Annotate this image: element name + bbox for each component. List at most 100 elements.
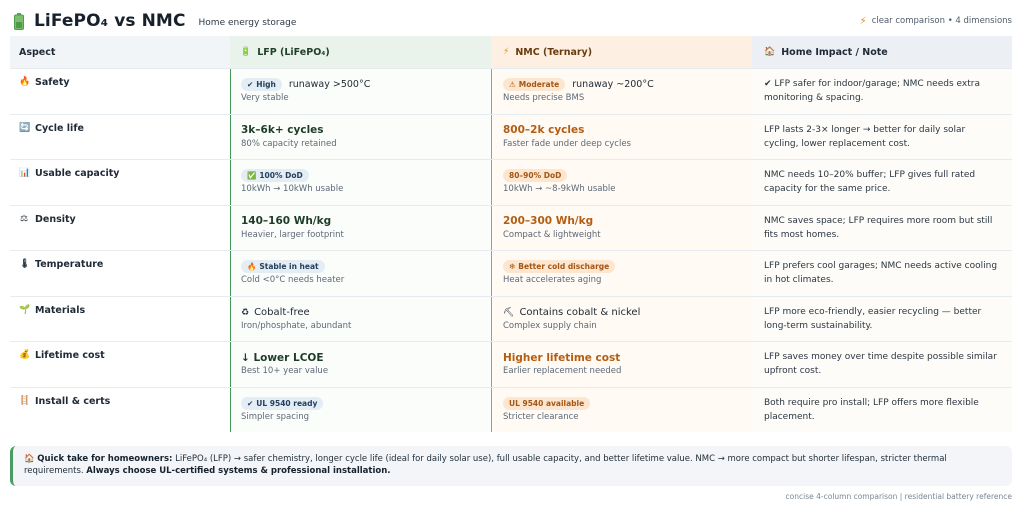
nmc-cell: 80–90% DoD 10kWh → ~8-9kWh usable: [491, 160, 752, 205]
table-row: 🌡 Temperature 🔥 Stable in heat Cold <0°C nee…: [10, 250, 1012, 296]
table-body: 🔥 Safety ✔ High runaway >500°C Very stable ⚠ Mo…: [10, 68, 1012, 432]
column-header-note: 🏠 Home Impact / Note: [752, 36, 1012, 68]
nmc-badge: ⚠ Moderate: [503, 78, 566, 91]
page-header: LiFePO₄ vs NMC Home energy storage ⚡ cle…: [14, 8, 1012, 34]
header-summary: ⚡ clear comparison • 4 dimensions: [860, 16, 1012, 27]
nmc-value: 200–300 Wh/kg: [503, 215, 594, 227]
quick-take-box: 🏠 Quick take for homeowners: LiFePO₄ (LF…: [10, 446, 1012, 486]
table-row: 🌱 Materials ♻ Cobalt-free Iron/phosphate, ab…: [10, 295, 1012, 341]
lfp-detail: 10kWh → 10kWh usable: [241, 184, 344, 194]
table-row: ⚖ Density 140–160 Wh/kg Heavier, larger foo…: [10, 204, 1012, 250]
nmc-detail: Needs precise BMS: [503, 93, 585, 103]
aspect-cell: 🔄 Cycle life: [19, 122, 84, 134]
lfp-value: 140–160 Wh/kg: [241, 215, 332, 227]
column-header-aspect: Aspect: [10, 36, 230, 68]
nmc-detail: Stricter clearance: [503, 411, 579, 422]
header-summary-text: clear comparison • 4 dimensions: [871, 16, 1012, 26]
scale-icon: ⚖: [19, 213, 29, 224]
nmc-detail: 10kWh → ~8-9kWh usable: [503, 184, 616, 194]
lfp-cell: 3k–6k+ cycles 80% capacity retained: [230, 114, 491, 159]
nmc-cell: Higher lifetime cost Earlier replacement …: [491, 342, 752, 387]
table-row: 💰 Lifetime cost ↓ Lower LCOE Best 10+ year …: [10, 341, 1012, 387]
lfp-cell: ✔ High runaway >500°C Very stable: [230, 69, 491, 114]
money-bag-icon: 💰: [19, 350, 31, 360]
aspect-cell: 🌱 Materials: [19, 304, 86, 316]
note-cell: LFP saves money over time despite possib…: [752, 342, 1012, 387]
nmc-cell: ❄ Better cold discharge Heat accelerates a…: [491, 251, 752, 296]
nmc-detail: Earlier replacement needed: [503, 366, 622, 376]
ladder-icon: 🪜: [19, 395, 31, 406]
lfp-detail: 80% capacity retained: [241, 138, 337, 149]
lightning-icon: ⚡: [503, 47, 510, 57]
nmc-detail: Faster fade under deep cycles: [503, 138, 631, 149]
nmc-cell: ⚠ Moderate runaway ~200°C Needs precise BMS: [491, 69, 752, 114]
note-cell: LFP more eco-friendly, easier recycling …: [752, 296, 1012, 341]
battery-icon: [14, 12, 24, 30]
house-icon: 🏠: [764, 47, 776, 57]
flame-icon: 🔥: [247, 262, 257, 271]
nmc-detail: Compact & lightweight: [503, 229, 601, 240]
nmc-detail: Heat accelerates aging: [503, 275, 602, 285]
nmc-value: ⛏ Contains cobalt & nickel: [503, 306, 641, 318]
page-subtitle: Home energy storage: [198, 17, 297, 28]
quick-take-label: Quick take for homeowners:: [37, 454, 173, 464]
lightning-icon: ⚡: [859, 15, 867, 27]
note-cell: LFP lasts 2-3× longer → better for daily…: [752, 114, 1012, 159]
lfp-cell: 140–160 Wh/kg Heavier, larger footprint: [230, 205, 491, 250]
note-cell: NMC saves space; LFP requires more room …: [752, 205, 1012, 250]
table-row: 🪜 Install & certs ✔ UL 9540 ready Simpler sp…: [10, 386, 1012, 432]
thermometer-icon: 🌡: [19, 259, 31, 269]
nmc-cell: UL 9540 available Stricter clearance: [491, 387, 752, 432]
nmc-value: Higher lifetime cost: [503, 351, 621, 364]
note-cell: ✔ LFP safer for indoor/garage; NMC needs…: [752, 69, 1012, 114]
lfp-badge: ✔ UL 9540 ready: [241, 396, 324, 410]
footer-note: concise 4-column comparison | residentia…: [785, 492, 1012, 501]
table-row: 🔥 Safety ✔ High runaway >500°C Very stable ⚠ Mo…: [10, 68, 1012, 114]
house-icon: 🏠: [24, 454, 35, 464]
recycle-icon: ♻: [241, 307, 250, 318]
lfp-detail: Best 10+ year value: [241, 366, 329, 376]
table-row: 🔄 Cycle life 3k–6k+ cycles 80% capacity ret…: [10, 113, 1012, 159]
aspect-cell: 🪜 Install & certs: [19, 395, 111, 407]
bar-chart-icon: 📊: [19, 168, 31, 178]
comparison-table: Aspect 🔋 LFP (LiFePO₄) ⚡ NMC (Ternary) 🏠 Ho…: [10, 36, 1012, 432]
snowflake-icon: ❄: [509, 262, 516, 271]
note-cell: Both require pro install; LFP offers mor…: [752, 387, 1012, 432]
lfp-detail: Very stable: [241, 93, 289, 103]
lfp-value: ♻ Cobalt-free: [241, 306, 310, 318]
nmc-value: runaway ~200°C: [572, 79, 654, 90]
page-title: LiFePO₄ vs NMC: [34, 11, 186, 31]
table-header: Aspect 🔋 LFP (LiFePO₄) ⚡ NMC (Ternary) 🏠 Ho…: [10, 36, 1012, 68]
nmc-badge: ❄ Better cold discharge: [503, 260, 616, 273]
quick-take-emphasis: Always choose UL-certified systems & pro…: [86, 466, 391, 476]
lfp-badge: 🔥 Stable in heat: [241, 260, 325, 273]
column-header-nmc: ⚡ NMC (Ternary): [491, 36, 752, 68]
lfp-value: 3k–6k+ cycles: [241, 124, 324, 136]
column-header-lfp: 🔋 LFP (LiFePO₄): [230, 36, 491, 68]
lfp-badge: ✅ 100% DoD: [241, 169, 309, 182]
lfp-value: ↓ Lower LCOE: [241, 351, 324, 364]
lfp-detail: Simpler spacing: [241, 411, 310, 422]
nmc-cell: 200–300 Wh/kg Compact & lightweight: [491, 205, 752, 250]
lfp-value: runaway >500°C: [288, 79, 371, 90]
aspect-cell: 💰 Lifetime cost: [19, 350, 105, 361]
lfp-cell: ✔ UL 9540 ready Simpler spacing: [230, 387, 491, 432]
flame-icon: 🔥: [19, 77, 31, 87]
lfp-cell: ↓ Lower LCOE Best 10+ year value: [230, 342, 491, 387]
lfp-cell: 🔥 Stable in heat Cold <0°C needs heater: [230, 251, 491, 296]
nmc-cell: 800–2k cycles Faster fade under deep cycl…: [491, 114, 752, 159]
lfp-detail: Iron/phosphate, abundant: [241, 320, 352, 331]
table-row: 📊 Usable capacity ✅ 100% DoD 10kWh → 10kWh u…: [10, 159, 1012, 205]
lfp-badge: ✔ High: [241, 78, 282, 91]
nmc-value: 800–2k cycles: [503, 124, 585, 136]
plant-icon: 🌱: [19, 304, 31, 315]
lfp-detail: Heavier, larger footprint: [241, 229, 344, 240]
lfp-cell: ✅ 100% DoD 10kWh → 10kWh usable: [230, 160, 491, 205]
nmc-badge: UL 9540 available: [503, 396, 591, 410]
lfp-cell: ♻ Cobalt-free Iron/phosphate, abundant: [230, 296, 491, 341]
check-icon: ✔: [247, 80, 254, 89]
cycle-icon: 🔄: [19, 122, 31, 133]
warning-icon: ⚠: [509, 80, 516, 89]
pickaxe-icon: ⛏: [503, 307, 515, 318]
nmc-cell: ⛏ Contains cobalt & nickel Complex supply …: [491, 296, 752, 341]
